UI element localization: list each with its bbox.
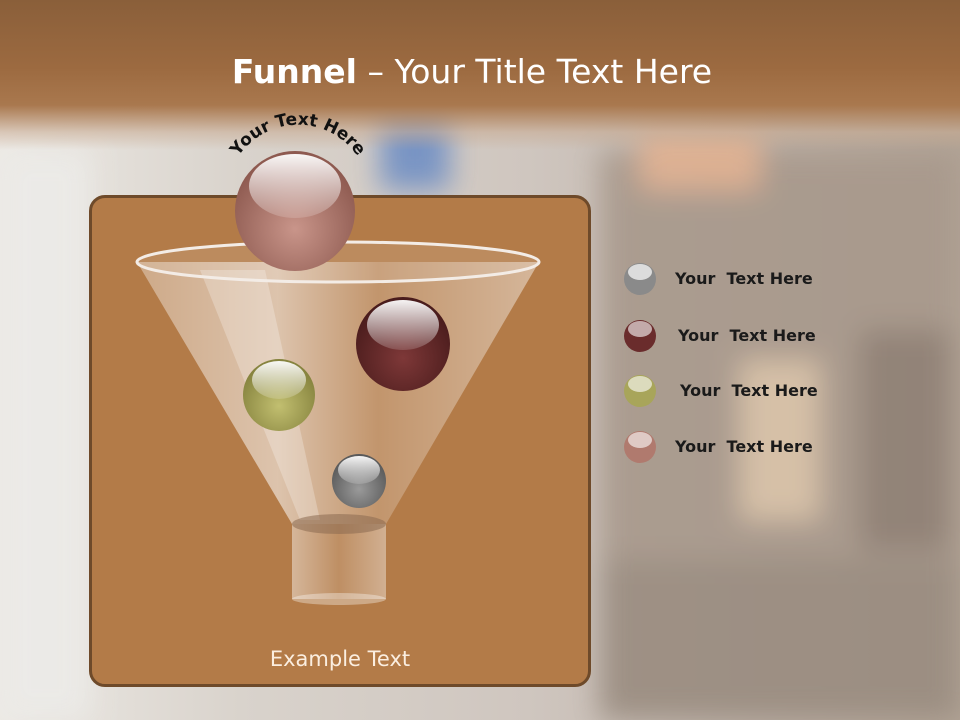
maroon-ball: [356, 297, 450, 391]
gray-ball: [332, 454, 386, 508]
slide: Funnel – Your Title Text Here Your Text …: [0, 0, 960, 720]
legend-bullet: [624, 263, 656, 295]
legend-label: Your Text Here: [680, 381, 818, 400]
legend-bullet: [624, 375, 656, 407]
spout-top: [292, 514, 386, 534]
legend-bullet: [624, 320, 656, 352]
example-text: Example Text: [269, 647, 411, 671]
spout-bottom: [292, 593, 386, 605]
legend-label: Your Text Here: [678, 326, 816, 345]
legend-label: Your Text Here: [675, 269, 813, 288]
funnel-graphic: Your Text Here: [135, 110, 541, 605]
olive-ball: [243, 359, 315, 431]
top-ball: [235, 151, 355, 271]
legend-label: Your Text Here: [675, 437, 813, 456]
funnel-spout: [292, 524, 386, 599]
legend-bullet: [624, 431, 656, 463]
